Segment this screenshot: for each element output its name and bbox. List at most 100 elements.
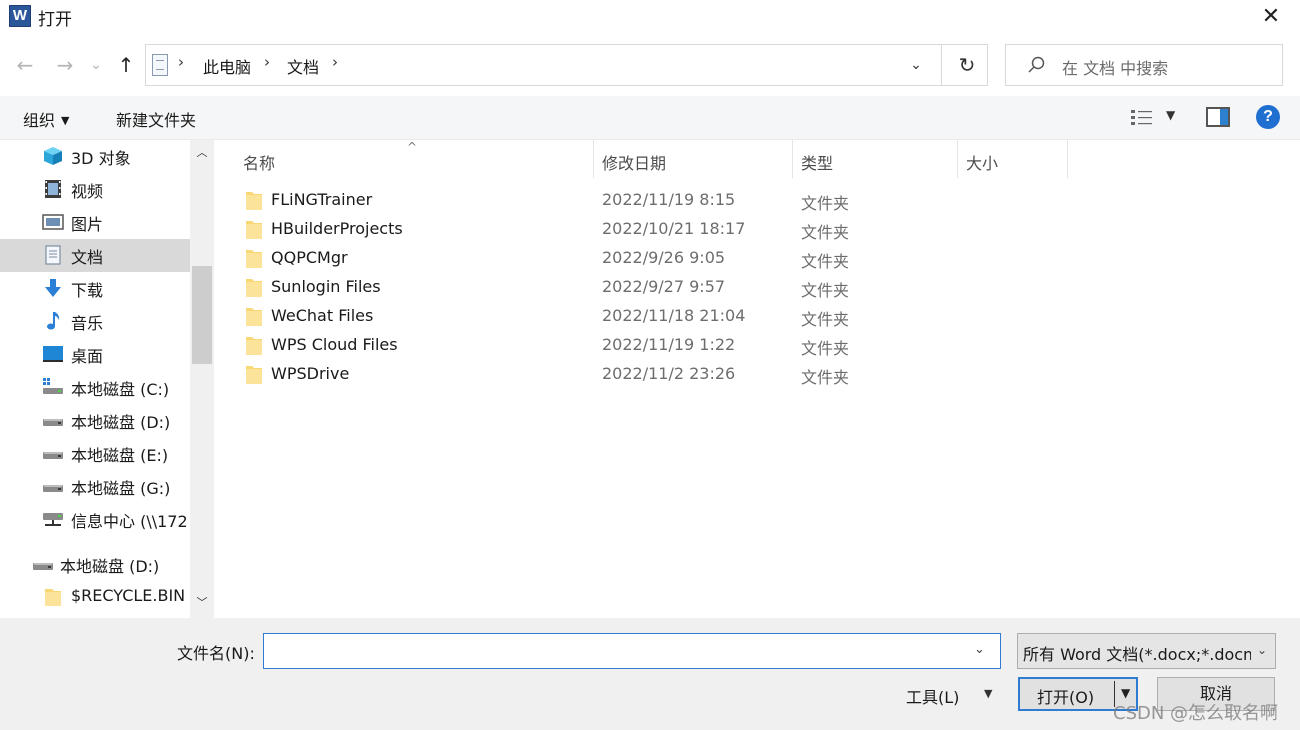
recent-locations-chevron-icon[interactable]: ⌄ — [84, 50, 108, 80]
folder-icon — [45, 589, 61, 606]
drive-icon — [43, 452, 63, 459]
pictures-icon — [42, 214, 64, 230]
column-header-type[interactable]: 类型 — [801, 150, 833, 174]
sidebar-item-music[interactable]: 音乐 — [0, 305, 190, 338]
scroll-down-arrow-icon[interactable]: ﹀ — [190, 594, 214, 614]
download-icon — [45, 279, 61, 297]
search-icon — [1028, 56, 1045, 73]
back-arrow-icon[interactable]: ← — [10, 50, 40, 80]
sidebar-item-drive-g[interactable]: 本地磁盘 (G:) — [0, 470, 190, 503]
open-options-caret-icon[interactable]: ▼ — [1121, 686, 1130, 700]
music-icon — [47, 312, 60, 330]
file-type-select[interactable]: 所有 Word 文档(*.docx;*.docm ⌄ — [1017, 633, 1276, 669]
file-name: QQPCMgr — [271, 248, 348, 267]
system-drive-icon — [43, 378, 63, 394]
file-row[interactable]: WPS Cloud Files 2022/11/19 1:22 文件夹 — [239, 331, 859, 360]
folder-icon — [246, 366, 262, 384]
file-name: WPSDrive — [271, 364, 350, 383]
view-caret-icon[interactable]: ▼ — [1166, 108, 1175, 122]
search-placeholder: 在 文档 中搜索 — [1062, 59, 1169, 78]
sidebar-item-drive-d-root[interactable]: 本地磁盘 (D:) — [0, 548, 190, 581]
organize-menu-button[interactable]: 组织 ▼ — [23, 107, 69, 131]
navigation-bar: ← → ⌄ ↑ › 此电脑 › 文档 › ⌄ ↻ 在 文档 中搜索 — [0, 32, 1300, 96]
folder-icon — [246, 250, 262, 268]
file-type: 文件夹 — [801, 194, 850, 213]
navigation-pane: 3D 对象 视频 图片 文档 下载 音乐 桌面 本地磁盘 (C:) 本地磁盘 (… — [0, 140, 215, 618]
column-header-name[interactable]: 名称 — [243, 150, 275, 174]
sidebar-item-downloads[interactable]: 下载 — [0, 272, 190, 305]
address-bar[interactable]: › 此电脑 › 文档 › ⌄ ↻ — [145, 44, 988, 86]
filename-history-chevron-icon[interactable]: ⌄ — [974, 642, 985, 657]
column-header-size[interactable]: 大小 — [966, 150, 998, 174]
sidebar-item-drive-e[interactable]: 本地磁盘 (E:) — [0, 437, 190, 470]
sidebar-item-drive-d[interactable]: 本地磁盘 (D:) — [0, 404, 190, 437]
column-divider[interactable] — [792, 140, 793, 178]
folder-icon — [246, 279, 262, 297]
address-divider — [941, 45, 942, 85]
drive-icon — [43, 485, 63, 492]
column-header-modified[interactable]: 修改日期 — [602, 150, 666, 174]
column-divider[interactable] — [957, 140, 958, 178]
file-modified: 2022/11/2 23:26 — [602, 364, 736, 383]
sidebar-item-network-drive[interactable]: 信息中心 (\\172 — [0, 503, 190, 536]
3d-objects-icon — [44, 147, 62, 165]
breadcrumb-separator: › — [332, 53, 338, 71]
file-name: Sunlogin Files — [271, 277, 381, 296]
file-name: HBuilderProjects — [271, 219, 403, 238]
sidebar-item-pictures[interactable]: 图片 — [0, 206, 190, 239]
file-row[interactable]: Sunlogin Files 2022/9/27 9:57 文件夹 — [239, 273, 859, 302]
sidebar-item-documents[interactable]: 文档 — [0, 239, 190, 272]
sidebar-item-label: 本地磁盘 (E:) — [71, 446, 169, 465]
breadcrumb-this-pc[interactable]: 此电脑 — [203, 54, 251, 78]
sidebar-item-3d-objects[interactable]: 3D 对象 — [0, 140, 190, 173]
close-button[interactable]: ✕ — [1248, 0, 1294, 32]
scroll-thumb[interactable] — [192, 266, 212, 364]
preview-pane-icon[interactable] — [1206, 107, 1230, 127]
sidebar-item-desktop[interactable]: 桌面 — [0, 338, 190, 371]
breadcrumb-separator: › — [264, 53, 270, 71]
sidebar-item-recycle-bin-folder[interactable]: $RECYCLE.BIN — [0, 581, 190, 614]
help-icon[interactable]: ? — [1256, 105, 1280, 129]
sidebar-item-label: $RECYCLE.BIN — [71, 586, 186, 605]
file-modified: 2022/11/19 1:22 — [602, 335, 736, 354]
chevron-down-icon: ⌄ — [1256, 643, 1267, 657]
dialog-footer: 文件名(N): ⌄ 所有 Word 文档(*.docx;*.docm ⌄ 工具(… — [0, 618, 1300, 730]
search-box[interactable]: 在 文档 中搜索 — [1005, 44, 1283, 86]
sidebar-item-label: 文档 — [71, 248, 104, 267]
column-divider[interactable] — [1067, 140, 1068, 178]
file-type-value: 所有 Word 文档(*.docx;*.docm — [1023, 645, 1251, 664]
video-icon — [45, 180, 61, 198]
sidebar-item-video[interactable]: 视频 — [0, 173, 190, 206]
file-type: 文件夹 — [801, 223, 850, 242]
new-folder-button[interactable]: 新建文件夹 — [116, 107, 196, 131]
column-divider[interactable] — [593, 140, 594, 178]
file-row[interactable]: HBuilderProjects 2022/10/21 18:17 文件夹 — [239, 215, 859, 244]
up-arrow-icon[interactable]: ↑ — [111, 50, 141, 80]
sidebar-item-label: 信息中心 (\\172 — [71, 512, 188, 531]
caret-down-icon: ▼ — [61, 114, 70, 127]
sidebar-item-label: 图片 — [71, 215, 104, 234]
tools-caret-icon[interactable]: ▼ — [984, 687, 992, 700]
sidebar-item-label: 本地磁盘 (C:) — [71, 380, 170, 399]
tools-menu-button[interactable]: 工具(L) — [906, 684, 959, 708]
sidebar-scrollbar[interactable]: ︿ ﹀ — [190, 140, 214, 618]
address-dropdown-chevron-icon[interactable]: ⌄ — [901, 53, 931, 77]
scroll-up-arrow-icon[interactable]: ︿ — [190, 144, 214, 164]
view-options-icon[interactable] — [1130, 108, 1154, 128]
file-type: 文件夹 — [801, 310, 850, 329]
forward-arrow-icon[interactable]: → — [50, 50, 80, 80]
breadcrumb-separator: › — [178, 53, 184, 71]
sidebar-item-drive-c[interactable]: 本地磁盘 (C:) — [0, 371, 190, 404]
sidebar-item-label: 音乐 — [71, 314, 104, 333]
word-app-icon: W — [9, 5, 31, 27]
filename-input[interactable] — [263, 633, 1001, 669]
refresh-icon[interactable]: ↻ — [952, 51, 982, 79]
file-row[interactable]: WeChat Files 2022/11/18 21:04 文件夹 — [239, 302, 859, 331]
file-row[interactable]: QQPCMgr 2022/9/26 9:05 文件夹 — [239, 244, 859, 273]
file-row[interactable]: WPSDrive 2022/11/2 23:26 文件夹 — [239, 360, 859, 389]
sidebar-item-label: 3D 对象 — [71, 149, 131, 168]
file-row[interactable]: FLiNGTrainer 2022/11/19 8:15 文件夹 — [239, 186, 859, 215]
drive-icon — [33, 563, 53, 570]
folder-icon — [246, 221, 262, 239]
breadcrumb-documents[interactable]: 文档 — [287, 54, 319, 78]
